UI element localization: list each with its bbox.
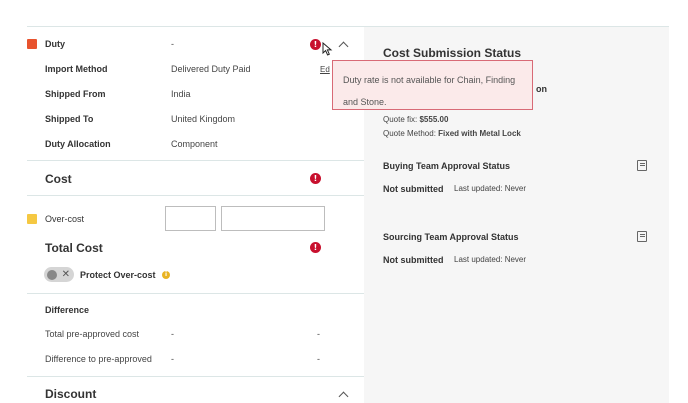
total-cost-error-icon[interactable]: !	[310, 242, 321, 253]
import-method-value: Delivered Duty Paid	[171, 64, 251, 74]
duty-error-tooltip: Duty rate is not available for Chain, Fi…	[332, 60, 533, 110]
mouse-cursor-icon	[322, 42, 333, 56]
sourcing-team-notes-icon[interactable]	[637, 231, 647, 242]
duty-allocation-value: Component	[171, 139, 218, 149]
divider	[27, 376, 364, 377]
buying-team-state: Not submitted	[383, 184, 444, 194]
difference-title: Difference	[45, 305, 90, 315]
sourcing-team-state: Not submitted	[383, 255, 444, 265]
duty-value: -	[171, 39, 174, 49]
cost-submission-status-title: Cost Submission Status	[383, 46, 522, 60]
divider	[27, 160, 364, 161]
sourcing-team-updated: Last updated: Never	[454, 255, 527, 264]
quote-method-label: Quote Method:	[383, 129, 436, 138]
buying-team-updated: Last updated: Never	[454, 184, 527, 193]
shipped-to-label: Shipped To	[45, 114, 94, 124]
discount-title: Discount	[45, 387, 97, 401]
quote-fix-value: $555.00	[419, 115, 449, 124]
difference-preapproved-label: Difference to pre-approved	[45, 354, 152, 364]
total-preapproved-value: -	[171, 329, 174, 339]
shipped-to-value: United Kingdom	[171, 114, 236, 124]
duty-allocation-label: Duty Allocation	[45, 139, 111, 149]
duty-color-swatch	[27, 39, 37, 49]
quote-method-value: Fixed with Metal Lock	[438, 129, 521, 138]
status-partial-text: on	[536, 84, 547, 94]
difference-preapproved-value-2: -	[317, 354, 320, 364]
divider	[27, 293, 364, 294]
overcost-amount-input[interactable]	[165, 206, 216, 231]
sourcing-team-status-title: Sourcing Team Approval Status	[383, 232, 519, 242]
cost-details-panel: Duty - ! Import Method Delivered Duty Pa…	[27, 26, 364, 403]
quote-fix-label: Quote fix:	[383, 115, 418, 124]
protect-overcost-toggle[interactable]: ✕	[44, 267, 74, 282]
cost-title: Cost	[45, 172, 72, 186]
buying-team-notes-icon[interactable]	[637, 160, 647, 171]
protect-overcost-label: Protect Over-cost	[80, 270, 156, 280]
duty-title: Duty	[45, 39, 65, 49]
total-cost-title: Total Cost	[45, 241, 103, 255]
divider	[27, 195, 364, 196]
overcost-reason-input[interactable]	[221, 206, 325, 231]
cost-error-icon[interactable]: !	[310, 173, 321, 184]
duty-error-icon[interactable]: !	[310, 39, 321, 50]
buying-team-status-title: Buying Team Approval Status	[383, 161, 511, 171]
total-preapproved-value-2: -	[317, 329, 320, 339]
overcost-color-swatch	[27, 214, 37, 224]
toggle-off-icon: ✕	[61, 269, 70, 280]
edit-duty-link[interactable]: Ed	[320, 65, 330, 74]
quote-fix-line: Quote fix: $555.00	[383, 115, 448, 124]
quote-method-line: Quote Method: Fixed with Metal Lock	[383, 129, 521, 138]
discount-collapse-chevron-up-icon[interactable]	[338, 391, 349, 402]
import-method-label: Import Method	[45, 64, 108, 74]
duty-collapse-chevron-up-icon[interactable]	[338, 41, 349, 52]
shipped-from-label: Shipped From	[45, 89, 106, 99]
toggle-knob	[47, 269, 57, 280]
protect-overcost-info-icon[interactable]: i	[162, 271, 170, 279]
overcost-label: Over-cost	[45, 214, 85, 224]
difference-preapproved-value: -	[171, 354, 174, 364]
total-preapproved-label: Total pre-approved cost	[45, 329, 140, 339]
shipped-from-value: India	[171, 89, 191, 99]
